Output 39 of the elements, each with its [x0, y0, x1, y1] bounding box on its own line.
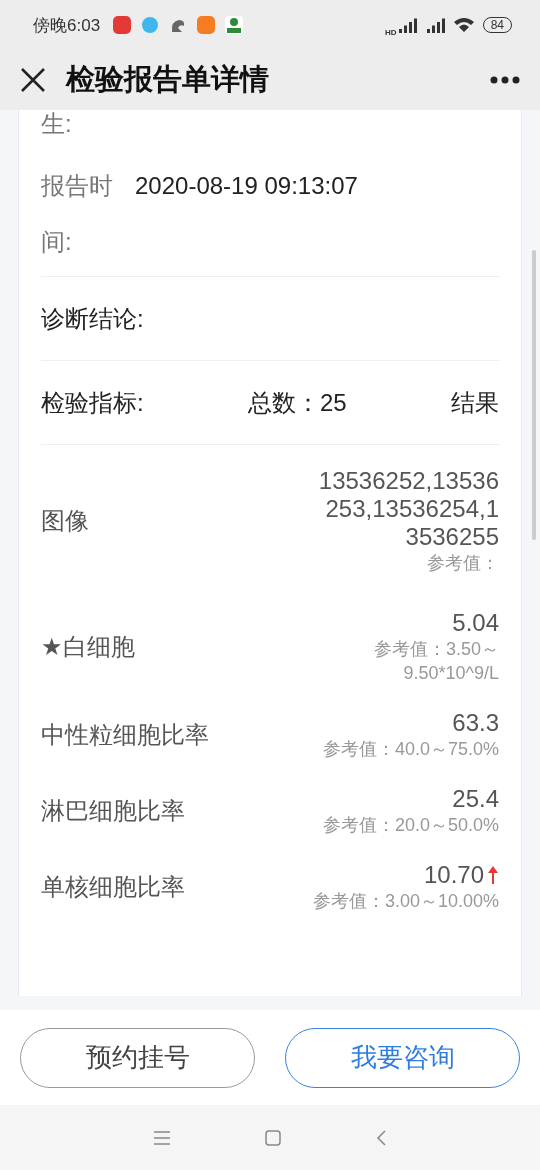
status-time: 傍晚6:03 [33, 14, 101, 37]
reference-range: 参考值：3.50～9.50*10^9/L [372, 638, 499, 685]
test-value: 5.04 [452, 609, 499, 637]
test-name: ★白细胞 [41, 632, 135, 662]
test-value: 25.4 [452, 785, 499, 813]
result-heading: 结果 [451, 387, 499, 418]
network-label: HD [385, 27, 397, 37]
test-value: 13536252,13536253,13536254,13536255 [317, 467, 499, 551]
app-icon [140, 15, 161, 35]
test-name: 单核细胞比率 [41, 872, 185, 902]
action-button[interactable]: 预约挂号 [20, 1027, 255, 1088]
close-icon[interactable] [20, 67, 46, 93]
reference-range: 参考值：40.0～75.0% [322, 738, 499, 761]
action-button[interactable]: 我要咨询 [285, 1027, 520, 1088]
field-label: 生: [41, 110, 73, 139]
test-value: 63.3 [452, 709, 499, 737]
test-name: 淋巴细胞比率 [41, 796, 185, 826]
home-icon[interactable] [265, 1129, 281, 1146]
wifi-icon [452, 17, 475, 33]
signal-icon [424, 17, 445, 33]
menu-icon[interactable] [154, 1130, 170, 1145]
test-name: 图像 [41, 506, 89, 536]
app-icon [112, 15, 133, 35]
reference-range: 参考值：3.00～10.00% [312, 890, 499, 913]
app-icon [196, 15, 217, 35]
bank-icon [224, 15, 245, 35]
more-icon[interactable] [490, 76, 520, 84]
field-label: 报告时间: [41, 171, 114, 257]
test-value: 10.70 [423, 861, 484, 889]
reference-range: 参考值： [427, 552, 499, 575]
reference-range: 参考值：20.0～50.0% [322, 814, 499, 837]
back-icon[interactable] [376, 1129, 386, 1146]
page-title: 检验报告单详情 [66, 62, 269, 97]
diagnosis-label: 诊断结论: [41, 303, 144, 334]
indicators-label: 检验指标: [41, 387, 144, 418]
test-name: 中性粒细胞比率 [41, 720, 209, 750]
signal-icon [396, 17, 417, 33]
field-value: 2020-08-19 09:13:07 [135, 171, 358, 201]
total-count: 总数：25 [248, 387, 347, 418]
